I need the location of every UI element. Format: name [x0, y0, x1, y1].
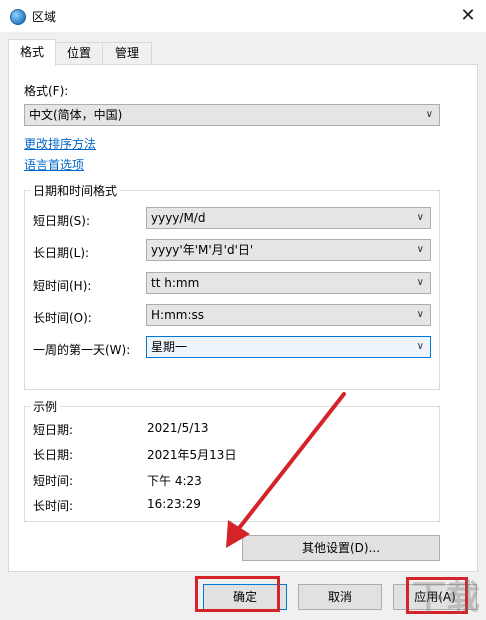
annotation-arrow	[226, 392, 346, 548]
watermark-logo: 下载	[412, 570, 480, 619]
tab-format[interactable]: 格式	[8, 39, 56, 66]
watermark-text: 下载	[412, 578, 480, 618]
